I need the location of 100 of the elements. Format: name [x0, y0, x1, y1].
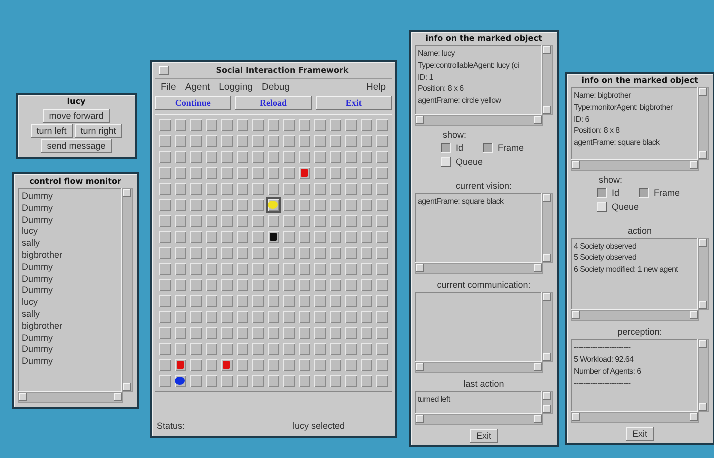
grid-cell[interactable]: [266, 373, 282, 389]
grid-cell[interactable]: [296, 117, 312, 133]
grid-cell[interactable]: [328, 261, 344, 277]
grid-cell[interactable]: [343, 229, 359, 245]
grid-cell[interactable]: [266, 277, 282, 293]
command-button[interactable]: turn left: [30, 124, 73, 138]
grid-cell[interactable]: [358, 309, 374, 325]
grid-cell[interactable]: [250, 117, 266, 133]
grid-cell[interactable]: [358, 357, 374, 373]
grid-cell[interactable]: [312, 357, 328, 373]
grid-cell[interactable]: [374, 245, 390, 261]
grid-cell[interactable]: [296, 293, 312, 309]
list-item[interactable]: bigbrother: [22, 250, 118, 262]
grid-cell[interactable]: [204, 325, 220, 341]
grid-cell[interactable]: [250, 341, 266, 357]
grid-cell[interactable]: [343, 197, 359, 213]
grid-cell[interactable]: [219, 293, 235, 309]
grid-cell[interactable]: [157, 229, 173, 245]
horizontal-scrollbar[interactable]: [415, 362, 543, 373]
grid-cell[interactable]: [204, 133, 220, 149]
grid-cell[interactable]: [312, 181, 328, 197]
grid-cell[interactable]: [219, 165, 235, 181]
grid-cell[interactable]: [204, 149, 220, 165]
grid-cell[interactable]: [219, 149, 235, 165]
grid-cell[interactable]: [296, 133, 312, 149]
grid-cell[interactable]: [234, 213, 250, 229]
grid-cell[interactable]: [266, 245, 282, 261]
grid-cell[interactable]: [188, 165, 204, 181]
grid-cell[interactable]: [157, 309, 173, 325]
grid-cell[interactable]: [281, 293, 297, 309]
grid-cell[interactable]: [374, 213, 390, 229]
grid-cell[interactable]: [312, 261, 328, 277]
grid-cell[interactable]: [358, 197, 374, 213]
grid-cell[interactable]: [219, 341, 235, 357]
grid-cell[interactable]: [328, 373, 344, 389]
grid-cell[interactable]: [343, 261, 359, 277]
grid-cell[interactable]: [188, 149, 204, 165]
grid-cell[interactable]: [204, 277, 220, 293]
grid-cell[interactable]: [219, 261, 235, 277]
grid-cell[interactable]: [250, 261, 266, 277]
grid-cell[interactable]: [281, 357, 297, 373]
command-button[interactable]: turn right: [74, 124, 122, 138]
list-item[interactable]: lucy: [22, 226, 118, 238]
grid-cell[interactable]: [172, 357, 188, 373]
grid-cell[interactable]: [343, 181, 359, 197]
grid-cell[interactable]: [250, 181, 266, 197]
grid-cell[interactable]: [281, 229, 297, 245]
grid-cell[interactable]: [250, 149, 266, 165]
grid-cell[interactable]: [234, 181, 250, 197]
list-item[interactable]: Dummy: [22, 332, 118, 344]
grid-cell[interactable]: [328, 277, 344, 293]
grid-cell[interactable]: [358, 181, 374, 197]
grid-cell[interactable]: [157, 133, 173, 149]
grid-cell[interactable]: [328, 181, 344, 197]
grid-cell[interactable]: [172, 293, 188, 309]
grid-cell[interactable]: [374, 277, 390, 293]
grid-cell[interactable]: [358, 165, 374, 181]
grid-cell[interactable]: [296, 165, 312, 181]
grid-cell[interactable]: [281, 261, 297, 277]
grid-cell[interactable]: [250, 197, 266, 213]
grid-cell[interactable]: [188, 357, 204, 373]
grid-cell[interactable]: [266, 133, 282, 149]
exit-button[interactable]: Exit: [470, 429, 498, 443]
grid-cell[interactable]: [343, 373, 359, 389]
grid-cell[interactable]: [172, 213, 188, 229]
grid-cell[interactable]: [250, 325, 266, 341]
grid-cell[interactable]: [172, 261, 188, 277]
grid-cell[interactable]: [204, 117, 220, 133]
grid-cell[interactable]: [374, 165, 390, 181]
grid-cell[interactable]: [312, 117, 328, 133]
grid-cell[interactable]: [172, 165, 188, 181]
grid-cell[interactable]: [157, 277, 173, 293]
grid-cell[interactable]: [343, 133, 359, 149]
grid-cell[interactable]: [358, 245, 374, 261]
grid-cell[interactable]: [172, 133, 188, 149]
menu-item[interactable]: Debug: [262, 82, 290, 93]
grid-cell[interactable]: [266, 165, 282, 181]
grid-cell[interactable]: [188, 261, 204, 277]
grid-cell[interactable]: [266, 213, 282, 229]
grid-cell[interactable]: [312, 133, 328, 149]
grid-cell[interactable]: [328, 341, 344, 357]
grid-cell[interactable]: [296, 149, 312, 165]
vertical-scrollbar[interactable]: [122, 188, 133, 392]
grid-cell[interactable]: [312, 277, 328, 293]
grid-cell[interactable]: [234, 245, 250, 261]
vertical-scrollbar[interactable]: [542, 193, 553, 263]
grid-cell[interactable]: [172, 117, 188, 133]
grid-cell[interactable]: [172, 229, 188, 245]
grid-cell[interactable]: [281, 213, 297, 229]
grid-cell[interactable]: [188, 213, 204, 229]
grid-cell[interactable]: [266, 309, 282, 325]
vertical-scrollbar[interactable]: [698, 238, 709, 310]
grid-cell[interactable]: [250, 309, 266, 325]
grid-cell[interactable]: [219, 373, 235, 389]
grid-cell[interactable]: [234, 309, 250, 325]
horizontal-scrollbar[interactable]: [415, 115, 543, 126]
grid-cell[interactable]: [343, 149, 359, 165]
grid-cell[interactable]: [358, 277, 374, 293]
list-item[interactable]: Dummy: [22, 191, 118, 203]
vertical-scrollbar[interactable]: [698, 339, 709, 412]
